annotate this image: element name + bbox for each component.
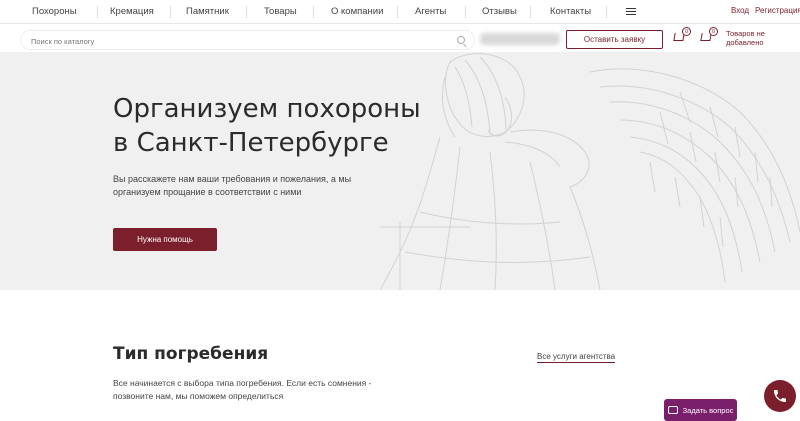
ask-question-label: Задать вопрос [682, 405, 734, 415]
hero-title: Организуем похороны в Санкт-Петербурге [113, 92, 421, 160]
catalog-search [20, 30, 475, 50]
all-services-link[interactable]: Все услуги агентства [537, 352, 616, 363]
hero-title-line2: в Санкт-Петербурге [113, 128, 389, 158]
section-description: Все начинается с выбора типа погребения.… [113, 378, 372, 401]
nav-divider [530, 6, 531, 18]
need-help-button[interactable]: Нужна помощь [113, 228, 217, 251]
cart-count-badge: 0 [709, 27, 718, 36]
hero-title-line1: Организуем похороны [113, 94, 421, 124]
top-navigation: Похороны Кремация Памятник Товары О комп… [0, 0, 800, 24]
nav-item-products[interactable]: Товары [264, 6, 297, 17]
nav-item-contacts[interactable]: Контакты [550, 6, 591, 17]
cart-status-label[interactable]: Товаров не добавлено [726, 29, 800, 47]
angel-illustration [380, 53, 800, 290]
search-icon[interactable] [457, 36, 465, 44]
nav-item-reviews[interactable]: Отзывы [482, 6, 517, 17]
nav-divider [465, 6, 466, 18]
nav-item-agents[interactable]: Агенты [415, 6, 446, 17]
hero-banner: Организуем похороны в Санкт-Петербурге В… [0, 52, 800, 290]
compare-count-badge: 0 [682, 27, 691, 36]
nav-item-funerals[interactable]: Похороны [32, 6, 77, 17]
phone-number-blurred [480, 33, 560, 45]
nav-divider [170, 6, 171, 18]
phone-icon [774, 390, 786, 402]
chat-icon [667, 406, 678, 414]
leave-request-button[interactable]: Оставить заявку [566, 30, 663, 49]
login-link[interactable]: Вход [731, 6, 749, 15]
search-input[interactable] [31, 34, 431, 48]
nav-divider [246, 6, 247, 18]
nav-item-cremation[interactable]: Кремация [110, 6, 154, 17]
call-button[interactable] [764, 380, 796, 412]
menu-icon[interactable] [626, 8, 636, 15]
nav-divider [97, 6, 98, 18]
hero-subtitle: Вы расскажете нам ваши требования и поже… [113, 174, 352, 197]
nav-item-about[interactable]: О компании [331, 6, 383, 17]
nav-divider [313, 6, 314, 18]
ask-question-button[interactable]: Задать вопрос [664, 399, 737, 421]
nav-item-monument[interactable]: Памятник [186, 6, 229, 17]
nav-divider [606, 6, 607, 18]
register-link[interactable]: Регистрация [755, 6, 800, 15]
nav-divider [397, 6, 398, 18]
section-title: Тип погребения [113, 344, 269, 364]
